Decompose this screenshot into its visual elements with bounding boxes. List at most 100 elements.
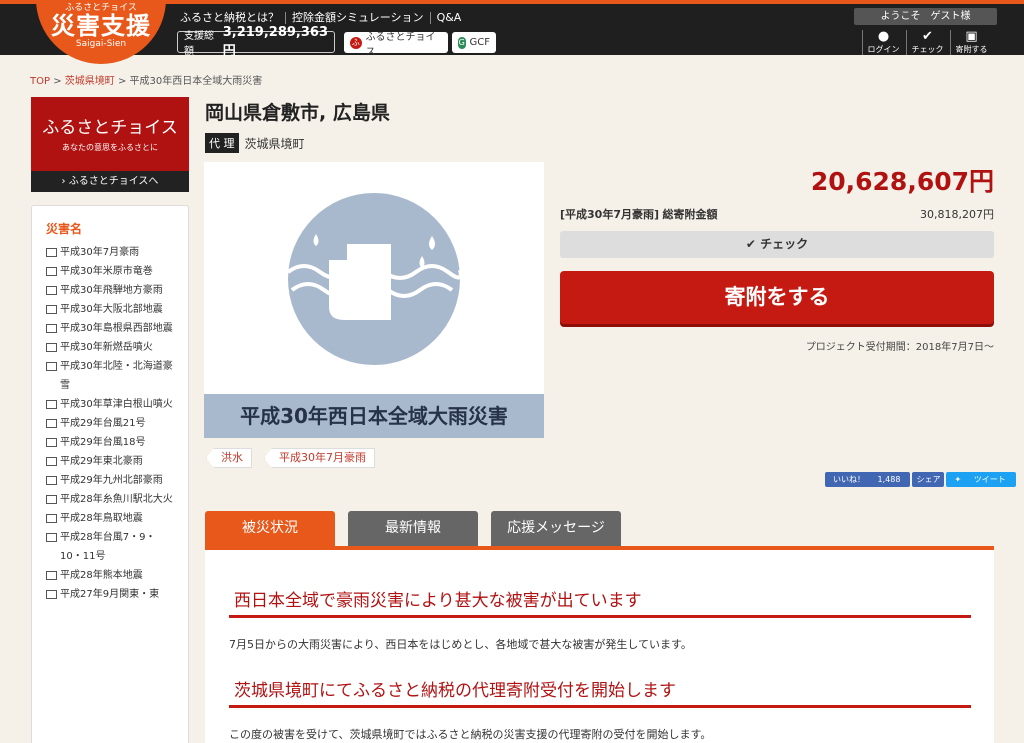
disaster-checkbox[interactable] [46, 400, 57, 409]
tab-latest-news[interactable]: 最新情報 [348, 511, 478, 547]
disaster-label: 平成30年北陸・北海道豪雪 [60, 361, 173, 391]
disaster-label: 平成29年台風18号 [60, 437, 146, 448]
disaster-checkbox[interactable] [46, 362, 57, 371]
breadcrumb-current: 平成30年西日本全域大雨災害 [129, 76, 263, 87]
disaster-item[interactable]: 平成30年7月豪雨 [46, 243, 178, 262]
breadcrumb-town[interactable]: 茨城県境町 [65, 76, 115, 87]
furusato-choice-banner[interactable]: ふるさとチョイス あなたの意思をふるさとに › ふるさとチョイスへ [31, 97, 189, 192]
gcf-link[interactable]: G GCF [452, 32, 496, 53]
check-list-button[interactable]: ✔ チェック [906, 30, 948, 55]
disaster-checkbox[interactable] [46, 419, 57, 428]
disaster-item[interactable]: 平成30年新燃岳噴火 [46, 338, 178, 357]
disaster-label: 平成30年島根県西部地震 [60, 323, 173, 334]
disaster-checkbox[interactable] [46, 495, 57, 504]
total-donation-label: 総寄附金額 [662, 208, 718, 221]
image-caption: 平成30年西日本全域大雨災害 [204, 394, 544, 438]
disaster-item[interactable]: 平成29年台風21号 [46, 414, 178, 433]
banner-link[interactable]: › ふるさとチョイスへ [31, 171, 189, 192]
disaster-checkbox[interactable] [46, 305, 57, 314]
disaster-checkbox[interactable] [46, 514, 57, 523]
total-donation-row: [平成30年7月豪雨] 総寄附金額 30,818,207円 [560, 206, 994, 222]
gcf-logo-icon: G [458, 36, 466, 49]
disaster-label: 平成30年草津白根山噴火 [60, 399, 173, 410]
tag-list: 洪水 平成30年7月豪雨 [206, 448, 387, 468]
disaster-checkbox[interactable] [46, 438, 57, 447]
support-total-value: 3,219,289,363 円 [222, 25, 328, 59]
disaster-item[interactable]: 平成30年北陸・北海道豪雪 [46, 357, 178, 395]
check-button[interactable]: ✔ チェック [560, 231, 994, 258]
disaster-item[interactable]: 平成28年糸魚川駅北大火 [46, 490, 178, 509]
disaster-checkbox[interactable] [46, 267, 57, 276]
support-total: 支援総額 3,219,289,363 円 [177, 25, 335, 59]
disaster-checkbox[interactable] [46, 248, 57, 257]
disaster-label: 平成29年東北豪雨 [60, 456, 143, 467]
content-tabs: 被災状況 最新情報 応援メッセージ [205, 511, 634, 547]
section-heading-1: 西日本全域で豪雨災害により甚大な被害が出ています [229, 586, 971, 618]
tag-flood[interactable]: 洪水 [206, 448, 252, 468]
disaster-checkbox[interactable] [46, 571, 57, 580]
tab-content: 西日本全域で豪雨災害により甚大な被害が出ています 7月5日からの大雨災害により、… [205, 550, 994, 743]
banner-subtitle: あなたの意思をふるさとに [62, 143, 158, 152]
disaster-item[interactable]: 平成29年東北豪雨 [46, 452, 178, 471]
disaster-label: 平成29年九州北部豪雨 [60, 475, 163, 486]
login-button[interactable]: ● ログイン [862, 30, 904, 55]
check-list-label: チェック [911, 45, 944, 54]
tag-heavy-rain[interactable]: 平成30年7月豪雨 [264, 448, 375, 468]
furusato-choice-link[interactable]: ふ ふるさとチョイス [344, 32, 448, 58]
gcf-link-label: GCF [469, 37, 490, 48]
tab-support-messages[interactable]: 応援メッセージ [491, 511, 621, 547]
disaster-label: 平成30年大阪北部地震 [60, 304, 163, 315]
tweet-button[interactable]: ✦ ツイート [946, 472, 1016, 487]
like-count: 1,488 [877, 475, 901, 484]
disaster-label: 平成29年台風21号 [60, 418, 146, 429]
disaster-label: 平成28年台風7・9・10・11号 [60, 532, 156, 562]
disaster-list: 平成30年7月豪雨 平成30年米原市竜巻 平成30年飛騨地方豪雨平成30年大阪北部地… [46, 243, 178, 604]
nav-about[interactable]: ふるさと納税とは？ [180, 12, 285, 24]
disaster-checkbox[interactable] [46, 457, 57, 466]
donation-amount: 20,628,607円 [810, 167, 994, 196]
facebook-share-button[interactable]: シェア [912, 472, 945, 487]
like-label: いいね！ [833, 475, 865, 484]
disaster-item[interactable]: 平成30年大阪北部地震 [46, 300, 178, 319]
breadcrumb-top[interactable]: TOP [30, 76, 50, 87]
project-period: プロジェクト受付期間：2018年7月7日〜 [805, 342, 994, 353]
disaster-item[interactable]: 平成28年鳥取地震 [46, 509, 178, 528]
tab-damage-status[interactable]: 被災状況 [205, 511, 335, 547]
total-donation-bracket: [平成30年7月豪雨] [560, 208, 660, 221]
disaster-item[interactable]: 平成30年飛騨地方豪雨 [46, 281, 178, 300]
disaster-item[interactable]: 平成27年9月関東・東 [46, 585, 178, 604]
support-total-label: 支援総額 [184, 31, 214, 57]
disaster-checkbox[interactable] [46, 590, 57, 599]
facebook-like-button[interactable]: いいね！ 1,488 [825, 472, 911, 487]
disaster-item[interactable]: 平成28年台風7・9・10・11号 [46, 528, 178, 566]
disaster-sidebar: 災害名 平成30年7月豪雨 平成30年米原市竜巻 平成30年飛騨地方豪雨 平成30年大… [31, 205, 189, 743]
disaster-item[interactable]: 平成29年九州北部豪雨 [46, 471, 178, 490]
disaster-checkbox[interactable] [46, 324, 57, 333]
choice-link-label: ふるさとチョイス [365, 31, 436, 58]
disaster-label: 平成27年9月関東・東 [60, 589, 160, 600]
top-nav: ふるさと納税とは？ 控除金額シミュレーション Q&A [180, 12, 467, 24]
login-label: ログイン [867, 45, 900, 54]
nav-qa[interactable]: Q&A [429, 12, 468, 24]
disaster-label: 平成28年糸魚川駅北大火 [60, 494, 173, 505]
choice-logo-icon: ふ [350, 36, 362, 49]
disaster-item[interactable]: 平成30年米原市竜巻 [46, 262, 178, 281]
disaster-item[interactable]: 平成30年島根県西部地震 [46, 319, 178, 338]
logo-main-text: 災害支援 [51, 12, 151, 40]
disaster-checkbox[interactable] [46, 533, 57, 542]
disaster-item[interactable]: 平成28年熊本地震 [46, 566, 178, 585]
disaster-item[interactable]: 平成30年草津白根山噴火 [46, 395, 178, 414]
section-body-2: この度の被害を受けて、茨城県境町ではふるさと納税の災害支援の代理寄附の受付を開始… [229, 728, 712, 741]
banner-title: ふるさとチョイス [42, 118, 178, 138]
proxy-town: 茨城県境町 [244, 136, 305, 151]
donate-button[interactable]: 寄附をする [560, 271, 994, 324]
disaster-checkbox[interactable] [46, 286, 57, 295]
disaster-label: 平成30年新燃岳噴火 [60, 342, 153, 353]
donate-nav-button[interactable]: ▣ 寄附する [950, 30, 992, 55]
disaster-checkbox[interactable] [46, 343, 57, 352]
nav-simulation[interactable]: 控除金額シミュレーション [285, 12, 430, 24]
disaster-item[interactable]: 平成29年台風18号 [46, 433, 178, 452]
disaster-checkbox[interactable] [46, 476, 57, 485]
proxy-tag: 代 理 [205, 133, 239, 153]
social-buttons: いいね！ 1,488 シェア ✦ ツイート [825, 472, 1018, 487]
